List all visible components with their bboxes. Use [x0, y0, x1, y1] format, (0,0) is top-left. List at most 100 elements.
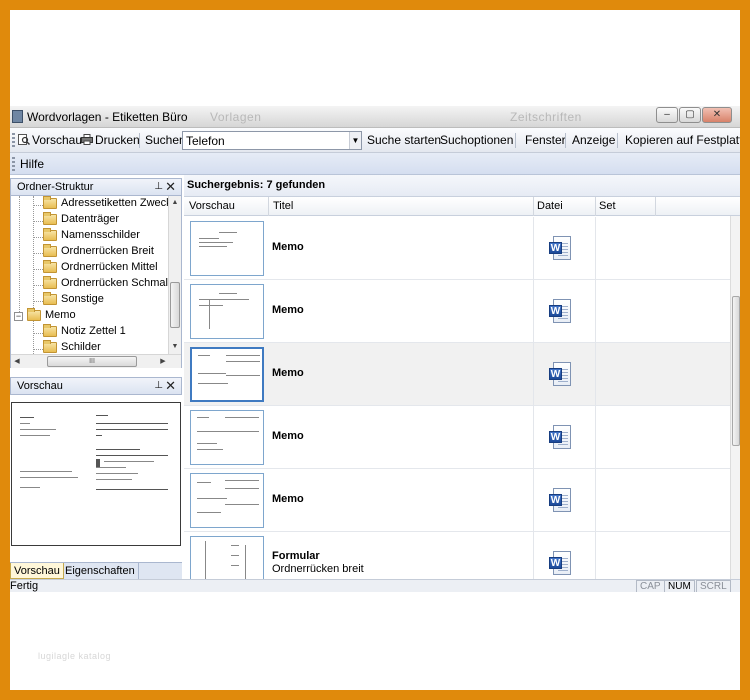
scroll-lock-indicator: SCRL [696, 580, 731, 592]
title-bar: Wordvorlagen - Etiketten Büro Vorlagen Z… [10, 106, 740, 128]
toolbar-separator [565, 133, 566, 148]
preview-line [96, 455, 168, 456]
tree-connector [33, 333, 43, 334]
table-row[interactable]: Memo W [184, 217, 730, 280]
window-menu-button[interactable]: Fenster [525, 133, 566, 147]
preview-line [20, 417, 34, 418]
tree-connector [33, 205, 43, 206]
preview-line [20, 471, 72, 472]
column-header-set[interactable]: Set [599, 200, 616, 212]
tree-item-label: Ordnerrücken Mittel [61, 261, 158, 273]
scroll-down-icon[interactable]: ▼ [169, 340, 181, 353]
search-options-button[interactable]: Suchoptionen [440, 133, 513, 147]
preview-line [104, 461, 154, 462]
column-header-preview[interactable]: Vorschau [189, 200, 235, 212]
menubar-grip-icon [12, 157, 15, 171]
column-header-title[interactable]: Titel [273, 200, 293, 212]
close-panel-icon[interactable]: ✕ [165, 179, 176, 195]
start-search-button[interactable]: Suche starten [367, 133, 441, 147]
pin-icon[interactable]: ⊥ [154, 380, 163, 391]
row-title: Memo [272, 304, 304, 316]
scroll-right-icon[interactable]: ▶ [157, 355, 169, 368]
tree-connector [33, 349, 43, 350]
results-vertical-scrollbar[interactable] [730, 216, 740, 579]
close-panel-icon[interactable]: ✕ [165, 378, 176, 394]
printer-icon [81, 134, 93, 145]
table-row[interactable]: Memo W [184, 406, 730, 469]
preview-line [20, 429, 56, 430]
column-divider[interactable] [268, 197, 269, 216]
scroll-thumb[interactable] [170, 282, 180, 328]
toolbar-separator [139, 133, 140, 148]
row-thumbnail [190, 221, 264, 276]
folder-panel-title: Ordner-Struktur [17, 181, 94, 193]
help-menu[interactable]: Hilfe [20, 157, 44, 171]
column-header-file[interactable]: Datei [537, 200, 563, 212]
tree-vertical-scrollbar[interactable]: ▲ ▼ [168, 196, 181, 354]
dropdown-arrow-icon[interactable]: ▼ [349, 132, 361, 149]
search-input[interactable] [183, 132, 349, 149]
table-row[interactable]: Memo W [184, 343, 730, 406]
view-menu-button[interactable]: Anzeige [572, 133, 615, 147]
column-divider[interactable] [533, 197, 534, 216]
scroll-thumb[interactable]: III [47, 356, 137, 367]
maximize-button[interactable]: ▢ [679, 107, 701, 123]
screenshot-frame: Wordvorlagen - Etiketten Büro Vorlagen Z… [10, 10, 740, 690]
tree-connector [33, 253, 43, 254]
tab-properties[interactable]: Eigenschaften [62, 563, 139, 579]
tree-horizontal-scrollbar[interactable]: ◀ III ▶ [11, 354, 181, 368]
row-title: Memo [272, 241, 304, 253]
table-row[interactable]: Memo W [184, 280, 730, 343]
window-title: Wordvorlagen - Etiketten Büro [27, 110, 188, 124]
preview-button-label: Vorschau [32, 133, 83, 147]
word-file-icon[interactable]: W [549, 299, 571, 325]
tree-connector [33, 301, 43, 302]
preview-line [20, 423, 30, 424]
folder-icon [43, 324, 57, 337]
column-divider[interactable] [595, 197, 596, 216]
ghost-label: Vorlagen [210, 110, 262, 124]
pin-icon[interactable]: ⊥ [154, 181, 163, 192]
scroll-thumb[interactable] [732, 296, 740, 446]
scroll-left-icon[interactable]: ◀ [11, 355, 23, 368]
folder-icon [43, 228, 57, 241]
folder-icon [27, 308, 41, 321]
word-file-icon[interactable]: W [549, 551, 571, 577]
collapse-icon[interactable]: − [14, 312, 23, 321]
ghost-label: Zeitschriften [510, 110, 582, 124]
toolbar-separator [515, 133, 516, 148]
tab-preview[interactable]: Vorschau [10, 563, 64, 579]
preview-line [96, 423, 168, 424]
search-combobox[interactable]: ▼ [182, 131, 362, 150]
row-thumbnail [190, 347, 264, 402]
minimize-button[interactable]: ‒ [656, 107, 678, 123]
app-window: Wordvorlagen - Etiketten Büro Vorlagen Z… [10, 106, 740, 592]
preview-line [96, 467, 126, 468]
folder-icon [43, 260, 57, 273]
status-bar: Fertig CAP NUM SCRL [10, 579, 740, 592]
row-thumbnail [190, 536, 264, 579]
word-file-icon[interactable]: W [549, 488, 571, 514]
preview-line [96, 415, 108, 416]
word-file-icon[interactable]: W [549, 425, 571, 451]
panel-tab-strip: Vorschau Eigenschaften [10, 562, 182, 579]
copy-to-disk-button[interactable]: Kopieren auf Festplatte [625, 133, 740, 147]
column-divider[interactable] [655, 197, 656, 216]
document-preview [11, 402, 181, 546]
tree-connector [33, 196, 34, 308]
preview-line [20, 435, 50, 436]
print-button[interactable]: Drucken [81, 133, 140, 147]
preview-line [20, 477, 78, 478]
tree-item-label: Adressetiketten Zweck [61, 197, 172, 209]
table-row[interactable]: Memo W [184, 469, 730, 532]
word-file-icon[interactable]: W [549, 362, 571, 388]
close-button[interactable]: ✕ [702, 107, 732, 123]
caps-lock-indicator: CAP [636, 580, 665, 592]
status-text: Fertig [10, 580, 39, 592]
word-file-icon[interactable]: W [549, 236, 571, 262]
preview-button[interactable]: Vorschau [18, 133, 82, 147]
scroll-up-icon[interactable]: ▲ [169, 196, 181, 209]
tree-connector [33, 285, 43, 286]
menu-bar: Hilfe [10, 153, 740, 175]
table-row[interactable]: Formular Ordnerrücken breit W [184, 532, 730, 579]
